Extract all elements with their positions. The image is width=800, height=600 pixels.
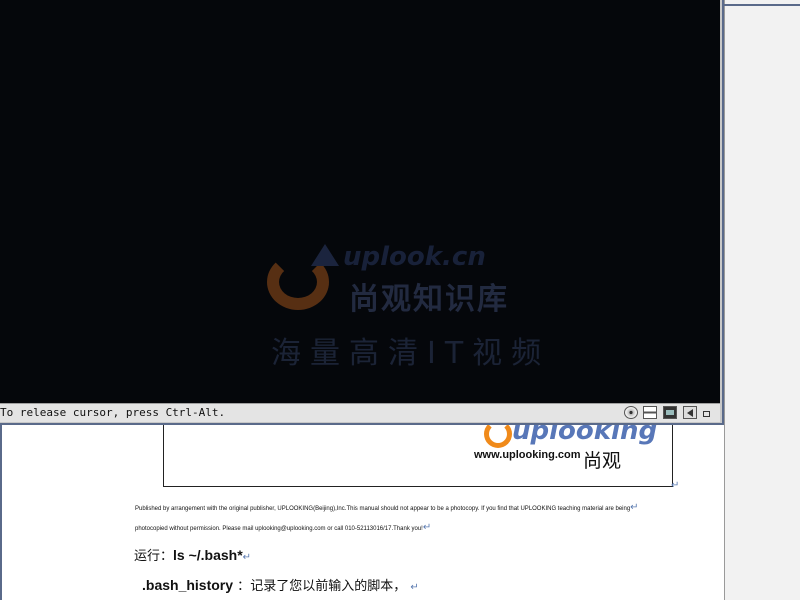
bash-history-line: .bash_history ：记录了您以前输入的脚本， ↵ bbox=[142, 575, 419, 594]
window-border-line bbox=[724, 4, 800, 6]
logo-chinese-text: 尚观 bbox=[583, 450, 622, 472]
paragraph-mark-icon: ↵ bbox=[410, 582, 419, 593]
watermark-url: uplook.cn bbox=[343, 242, 486, 272]
publication-notice-line-1: Published by arrangement with the origin… bbox=[135, 502, 639, 513]
watermark-title: 尚观知识库 bbox=[349, 282, 509, 317]
window-border-line bbox=[0, 420, 2, 600]
publication-notice-line-2: photocopied without permission. Please m… bbox=[135, 522, 431, 533]
sound-icon[interactable] bbox=[683, 406, 697, 419]
network-icon[interactable] bbox=[663, 406, 677, 419]
release-cursor-hint: To release cursor, press Ctrl-Alt. bbox=[0, 406, 226, 419]
run-command: ls ~/.bash* bbox=[173, 547, 243, 563]
watermark-subtitle: 海量高清IT视频 bbox=[271, 336, 551, 371]
publication-notice-text: Published by arrangement with the origin… bbox=[135, 506, 631, 512]
bash-history-description: 记录了您以前输入的脚本， bbox=[250, 579, 407, 594]
run-label: 运行： bbox=[134, 549, 174, 564]
document-right-margin bbox=[724, 0, 800, 600]
paragraph-mark-icon: ↵ bbox=[671, 480, 680, 491]
cd-icon[interactable] bbox=[624, 406, 638, 419]
publication-notice-text: photocopied without permission. Please m… bbox=[135, 526, 423, 532]
logo-url-text: www.uplooking.com bbox=[474, 449, 581, 461]
window-icon[interactable] bbox=[699, 406, 713, 419]
hard-disk-icon[interactable] bbox=[643, 406, 657, 419]
paragraph-mark-icon: ↵ bbox=[422, 522, 432, 533]
vm-status-bar: To release cursor, press Ctrl-Alt. bbox=[0, 403, 720, 422]
watermark-arrow-icon bbox=[311, 244, 339, 266]
run-command-line: 运行：ls ~/.bash*↵ bbox=[134, 545, 251, 564]
paragraph-mark-icon: ↵ bbox=[630, 502, 639, 513]
bash-history-filename: .bash_history bbox=[142, 577, 234, 593]
paragraph-mark-icon: ↵ bbox=[242, 552, 252, 563]
separator-text: ： bbox=[237, 579, 251, 594]
vm-screen[interactable]: uplook.cn 尚观知识库 海量高清IT视频 bbox=[0, 0, 720, 403]
vm-console-window[interactable]: uplook.cn 尚观知识库 海量高清IT视频 To release curs… bbox=[0, 0, 724, 425]
